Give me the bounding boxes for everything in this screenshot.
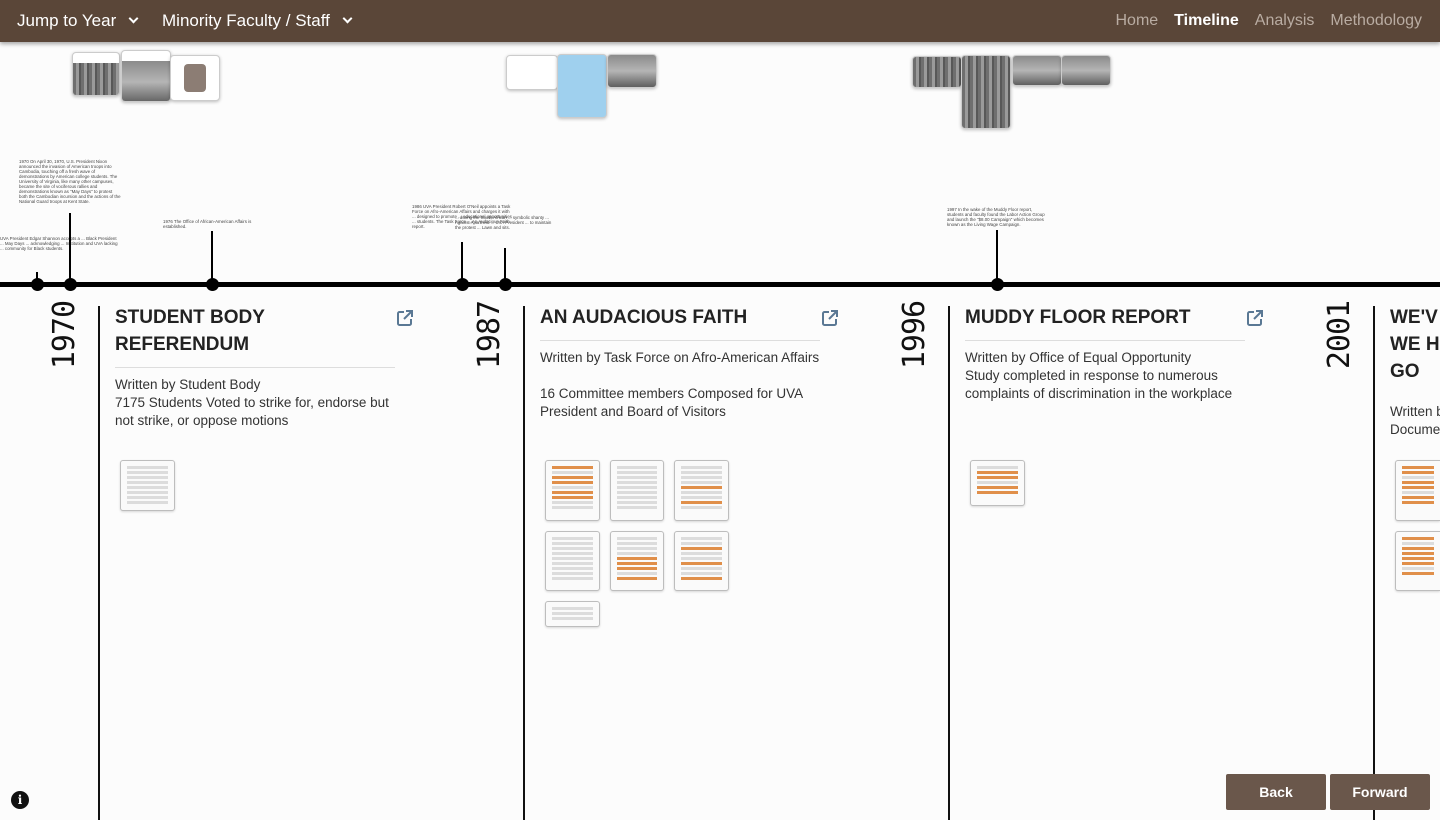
card-separator (115, 367, 395, 368)
timeline-note: 1970 On April 30, 1970, U.S. President N… (19, 159, 121, 204)
thumbnail-image[interactable] (607, 54, 657, 88)
main-nav: Home Timeline Analysis Methodology (1115, 0, 1422, 42)
external-link-icon[interactable] (396, 309, 414, 327)
thumbnail-image[interactable] (1012, 55, 1062, 86)
card-title: STUDENT BODY REFERENDUM (115, 307, 265, 355)
document-thumbnail[interactable] (610, 531, 664, 591)
card-author: Written by Office of Equal Opportunity (965, 350, 1192, 365)
top-navigation-bar: Jump to Year Minority Faculty / Staff Ho… (0, 0, 1440, 42)
jump-to-year-dropdown[interactable]: Jump to Year (17, 0, 139, 42)
thumbnail-image[interactable] (961, 55, 1011, 129)
card-author: Written by Student Body (115, 377, 261, 392)
card-title: WE'V WE H GO (1390, 307, 1440, 382)
card-divider (523, 306, 525, 820)
thumbnail-image[interactable] (72, 52, 120, 96)
nav-timeline[interactable]: Timeline (1174, 12, 1239, 30)
external-link-icon[interactable] (1246, 309, 1264, 327)
jump-to-year-label: Jump to Year (17, 11, 117, 30)
chevron-down-icon (128, 13, 139, 24)
category-dropdown[interactable]: Minority Faculty / Staff (162, 0, 353, 42)
timeline-stem (211, 231, 213, 283)
timeline-marker[interactable] (206, 278, 219, 291)
card-year: 2001 (1321, 300, 1357, 370)
forward-button[interactable]: Forward (1330, 774, 1430, 810)
timeline-note: ... during the South African ... symboli… (455, 215, 552, 230)
external-link-icon[interactable] (821, 309, 839, 327)
thumbnail-image[interactable] (170, 55, 220, 101)
thumbnail-image[interactable] (506, 55, 558, 90)
timeline-marker[interactable] (499, 278, 512, 291)
timeline-stem (996, 230, 998, 283)
chevron-down-icon (342, 13, 353, 24)
timeline-marker[interactable] (31, 278, 44, 291)
document-thumbnail[interactable] (545, 460, 600, 521)
document-thumbnail[interactable] (610, 460, 664, 521)
card-description: Docume (1390, 422, 1440, 437)
nav-analysis[interactable]: Analysis (1255, 12, 1315, 30)
card-description: 16 Committee members Composed for UVA Pr… (540, 386, 803, 419)
timeline-marker[interactable] (456, 278, 469, 291)
timeline-stem (461, 242, 463, 283)
card-divider (98, 306, 100, 820)
card-divider (948, 306, 950, 820)
card-author: Written b (1390, 404, 1440, 419)
document-thumbnail[interactable] (674, 531, 729, 591)
document-thumbnail[interactable] (1395, 531, 1440, 591)
category-label: Minority Faculty / Staff (162, 11, 330, 30)
card-divider (1373, 306, 1375, 820)
nav-methodology[interactable]: Methodology (1330, 12, 1422, 30)
thumbnail-image[interactable] (1061, 55, 1111, 86)
timeline-stem (69, 213, 71, 283)
thumbnail-image[interactable] (121, 50, 171, 102)
card-separator (965, 340, 1245, 341)
thumbnail-image[interactable] (912, 56, 962, 88)
document-thumbnail[interactable] (545, 601, 600, 627)
card-title: MUDDY FLOOR REPORT (965, 307, 1191, 328)
timeline-marker[interactable] (991, 278, 1004, 291)
back-button[interactable]: Back (1226, 774, 1326, 810)
card-description: Study completed in response to numerous … (965, 368, 1233, 401)
document-thumbnail[interactable] (970, 460, 1025, 506)
card-year: 1996 (896, 300, 932, 370)
card-author: Written by Task Force on Afro-American A… (540, 350, 820, 365)
document-thumbnail[interactable] (545, 531, 600, 591)
card-title: AN AUDACIOUS FAITH (540, 307, 748, 328)
card-description: 7175 Students Voted to strike for, endor… (115, 395, 389, 428)
thumbnail-image[interactable] (557, 54, 607, 118)
card-year: 1970 (46, 300, 82, 370)
card-separator (540, 340, 820, 341)
document-thumbnail[interactable] (1395, 460, 1440, 521)
document-thumbnail[interactable] (674, 460, 729, 521)
timeline-note: UVA President Edgar Shannon accepts a ..… (0, 236, 118, 251)
card-year: 1987 (471, 300, 507, 370)
nav-home[interactable]: Home (1115, 12, 1158, 30)
timeline-note: 1997 In the wake of the Muddy Floor repo… (947, 207, 1045, 227)
timeline-marker[interactable] (64, 278, 77, 291)
document-thumbnail[interactable] (120, 460, 175, 511)
info-icon[interactable]: i (11, 791, 29, 809)
timeline-note: 1976 The Office of African-American Affa… (163, 219, 252, 229)
